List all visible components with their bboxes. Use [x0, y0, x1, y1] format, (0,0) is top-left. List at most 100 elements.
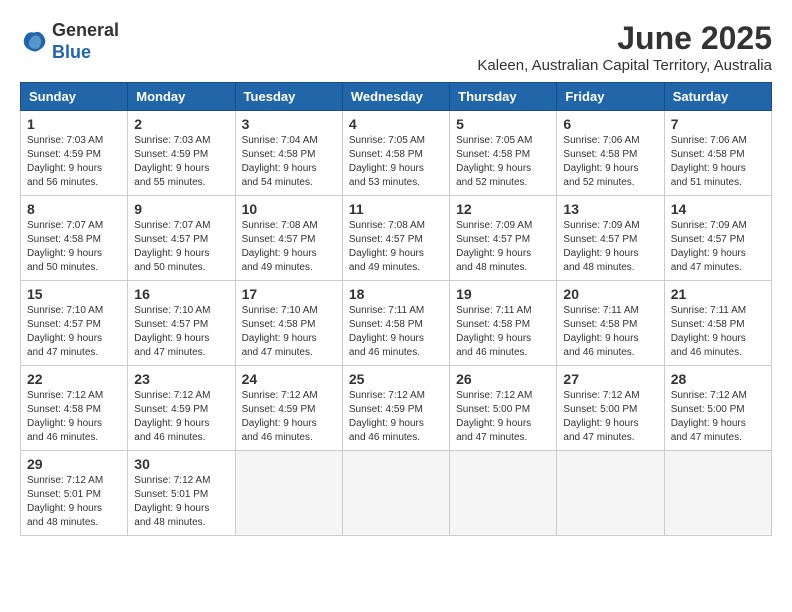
day-number: 26: [456, 371, 550, 387]
sunrise-text: Sunrise: 7:09 AM: [671, 220, 747, 231]
calendar-week-row: 29 Sunrise: 7:12 AM Sunset: 5:01 PM Dayl…: [21, 451, 772, 536]
day-number: 13: [563, 201, 657, 217]
day-info: Sunrise: 7:12 AM Sunset: 4:59 PM Dayligh…: [349, 389, 443, 445]
sunset-text: Sunset: 4:57 PM: [671, 234, 745, 245]
sunrise-text: Sunrise: 7:11 AM: [563, 305, 638, 316]
sunrise-text: Sunrise: 7:08 AM: [242, 220, 318, 231]
day-info: Sunrise: 7:06 AM Sunset: 4:58 PM Dayligh…: [563, 134, 657, 190]
day-number: 22: [27, 371, 121, 387]
day-number: 2: [134, 116, 228, 132]
day-number: 1: [27, 116, 121, 132]
sunrise-text: Sunrise: 7:05 AM: [349, 135, 425, 146]
table-row: 14 Sunrise: 7:09 AM Sunset: 4:57 PM Dayl…: [664, 196, 771, 281]
day-info: Sunrise: 7:10 AM Sunset: 4:57 PM Dayligh…: [27, 304, 121, 360]
table-row: 3 Sunrise: 7:04 AM Sunset: 4:58 PM Dayli…: [235, 111, 342, 196]
day-info: Sunrise: 7:12 AM Sunset: 4:59 PM Dayligh…: [134, 389, 228, 445]
daylight-text: Daylight: 9 hours and 56 minutes.: [27, 163, 102, 188]
sunset-text: Sunset: 4:57 PM: [242, 234, 316, 245]
table-row: 1 Sunrise: 7:03 AM Sunset: 4:59 PM Dayli…: [21, 111, 128, 196]
table-row: 13 Sunrise: 7:09 AM Sunset: 4:57 PM Dayl…: [557, 196, 664, 281]
day-number: 10: [242, 201, 336, 217]
table-row: 28 Sunrise: 7:12 AM Sunset: 5:00 PM Dayl…: [664, 366, 771, 451]
table-row: [664, 451, 771, 536]
daylight-text: Daylight: 9 hours and 53 minutes.: [349, 163, 424, 188]
day-info: Sunrise: 7:12 AM Sunset: 5:00 PM Dayligh…: [671, 389, 765, 445]
daylight-text: Daylight: 9 hours and 47 minutes.: [456, 418, 531, 443]
table-row: 7 Sunrise: 7:06 AM Sunset: 4:58 PM Dayli…: [664, 111, 771, 196]
table-row: 24 Sunrise: 7:12 AM Sunset: 4:59 PM Dayl…: [235, 366, 342, 451]
table-row: 4 Sunrise: 7:05 AM Sunset: 4:58 PM Dayli…: [342, 111, 449, 196]
table-row: 15 Sunrise: 7:10 AM Sunset: 4:57 PM Dayl…: [21, 281, 128, 366]
daylight-text: Daylight: 9 hours and 46 minutes.: [456, 333, 531, 358]
day-info: Sunrise: 7:07 AM Sunset: 4:58 PM Dayligh…: [27, 219, 121, 275]
sunset-text: Sunset: 4:59 PM: [27, 149, 101, 160]
day-number: 20: [563, 286, 657, 302]
sunrise-text: Sunrise: 7:10 AM: [134, 305, 210, 316]
day-info: Sunrise: 7:10 AM Sunset: 4:57 PM Dayligh…: [134, 304, 228, 360]
sunset-text: Sunset: 4:58 PM: [671, 319, 745, 330]
day-number: 19: [456, 286, 550, 302]
day-number: 23: [134, 371, 228, 387]
sunrise-text: Sunrise: 7:05 AM: [456, 135, 532, 146]
table-row: 12 Sunrise: 7:09 AM Sunset: 4:57 PM Dayl…: [450, 196, 557, 281]
day-number: 18: [349, 286, 443, 302]
location-subtitle: Kaleen, Australian Capital Territory, Au…: [477, 57, 772, 74]
header-wednesday: Wednesday: [342, 83, 449, 111]
sunrise-text: Sunrise: 7:11 AM: [671, 305, 746, 316]
table-row: 10 Sunrise: 7:08 AM Sunset: 4:57 PM Dayl…: [235, 196, 342, 281]
daylight-text: Daylight: 9 hours and 54 minutes.: [242, 163, 317, 188]
sunset-text: Sunset: 4:58 PM: [27, 234, 101, 245]
daylight-text: Daylight: 9 hours and 47 minutes.: [563, 418, 638, 443]
daylight-text: Daylight: 9 hours and 55 minutes.: [134, 163, 209, 188]
day-info: Sunrise: 7:04 AM Sunset: 4:58 PM Dayligh…: [242, 134, 336, 190]
sunset-text: Sunset: 4:58 PM: [349, 319, 423, 330]
header-thursday: Thursday: [450, 83, 557, 111]
daylight-text: Daylight: 9 hours and 46 minutes.: [671, 333, 746, 358]
day-number: 5: [456, 116, 550, 132]
sunset-text: Sunset: 5:01 PM: [134, 489, 208, 500]
table-row: [235, 451, 342, 536]
sunset-text: Sunset: 5:01 PM: [27, 489, 101, 500]
daylight-text: Daylight: 9 hours and 46 minutes.: [134, 418, 209, 443]
day-info: Sunrise: 7:05 AM Sunset: 4:58 PM Dayligh…: [456, 134, 550, 190]
day-number: 15: [27, 286, 121, 302]
daylight-text: Daylight: 9 hours and 52 minutes.: [456, 163, 531, 188]
day-info: Sunrise: 7:06 AM Sunset: 4:58 PM Dayligh…: [671, 134, 765, 190]
day-info: Sunrise: 7:12 AM Sunset: 5:01 PM Dayligh…: [134, 474, 228, 530]
day-number: 3: [242, 116, 336, 132]
daylight-text: Daylight: 9 hours and 48 minutes.: [27, 503, 102, 528]
daylight-text: Daylight: 9 hours and 47 minutes.: [27, 333, 102, 358]
day-info: Sunrise: 7:12 AM Sunset: 5:01 PM Dayligh…: [27, 474, 121, 530]
day-number: 4: [349, 116, 443, 132]
day-info: Sunrise: 7:12 AM Sunset: 4:59 PM Dayligh…: [242, 389, 336, 445]
header-monday: Monday: [128, 83, 235, 111]
sunrise-text: Sunrise: 7:08 AM: [349, 220, 425, 231]
day-info: Sunrise: 7:03 AM Sunset: 4:59 PM Dayligh…: [134, 134, 228, 190]
sunset-text: Sunset: 4:57 PM: [349, 234, 423, 245]
daylight-text: Daylight: 9 hours and 47 minutes.: [134, 333, 209, 358]
day-info: Sunrise: 7:09 AM Sunset: 4:57 PM Dayligh…: [456, 219, 550, 275]
day-info: Sunrise: 7:03 AM Sunset: 4:59 PM Dayligh…: [27, 134, 121, 190]
table-row: 29 Sunrise: 7:12 AM Sunset: 5:01 PM Dayl…: [21, 451, 128, 536]
daylight-text: Daylight: 9 hours and 46 minutes.: [349, 333, 424, 358]
day-info: Sunrise: 7:10 AM Sunset: 4:58 PM Dayligh…: [242, 304, 336, 360]
sunset-text: Sunset: 4:58 PM: [242, 149, 316, 160]
sunset-text: Sunset: 4:59 PM: [134, 149, 208, 160]
daylight-text: Daylight: 9 hours and 47 minutes.: [242, 333, 317, 358]
daylight-text: Daylight: 9 hours and 50 minutes.: [27, 248, 102, 273]
table-row: 17 Sunrise: 7:10 AM Sunset: 4:58 PM Dayl…: [235, 281, 342, 366]
sunrise-text: Sunrise: 7:06 AM: [563, 135, 639, 146]
daylight-text: Daylight: 9 hours and 47 minutes.: [671, 248, 746, 273]
daylight-text: Daylight: 9 hours and 49 minutes.: [242, 248, 317, 273]
day-info: Sunrise: 7:08 AM Sunset: 4:57 PM Dayligh…: [242, 219, 336, 275]
header-saturday: Saturday: [664, 83, 771, 111]
day-number: 7: [671, 116, 765, 132]
day-number: 21: [671, 286, 765, 302]
day-number: 16: [134, 286, 228, 302]
day-number: 28: [671, 371, 765, 387]
day-number: 8: [27, 201, 121, 217]
sunset-text: Sunset: 4:57 PM: [134, 319, 208, 330]
table-row: 22 Sunrise: 7:12 AM Sunset: 4:58 PM Dayl…: [21, 366, 128, 451]
day-info: Sunrise: 7:12 AM Sunset: 4:58 PM Dayligh…: [27, 389, 121, 445]
daylight-text: Daylight: 9 hours and 49 minutes.: [349, 248, 424, 273]
